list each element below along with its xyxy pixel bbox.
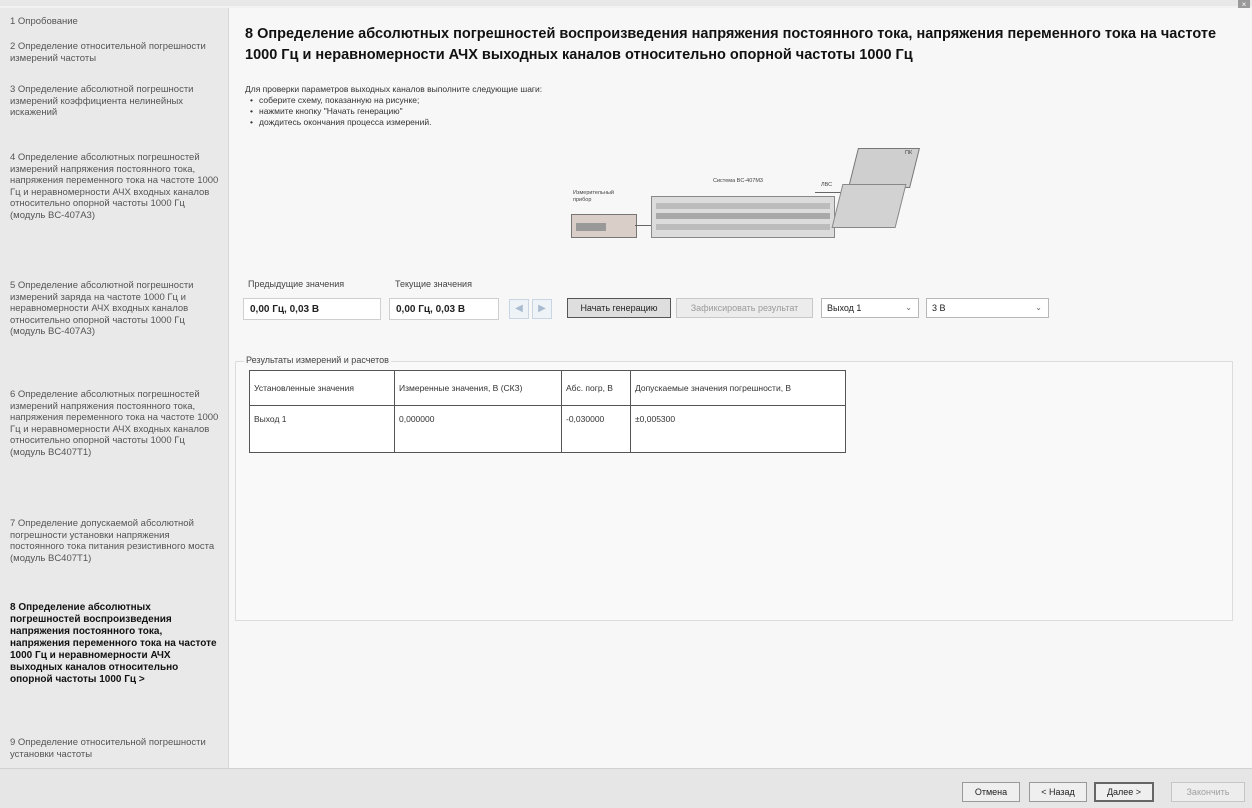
column-header: Установленные значения — [249, 370, 395, 406]
column-header: Абс. погр, В — [561, 370, 631, 406]
cable-line — [635, 225, 651, 226]
instructions-intro: Для проверки параметров выходных каналов… — [245, 84, 543, 94]
chevron-down-icon: ⌄ — [1035, 303, 1042, 312]
arrow-right-icon: ▶ — [538, 303, 546, 314]
sidebar-item-step-1[interactable]: 1 Опробование — [10, 16, 222, 28]
column-header: Допускаемые значения погрешности, В — [630, 370, 846, 406]
arrow-left-icon: ◀ — [515, 303, 523, 314]
sidebar-item-step-9[interactable]: 9 Определение относительной погрешности … — [10, 737, 222, 760]
next-arrow-button[interactable]: ▶ — [532, 299, 552, 319]
current-values-field: 0,00 Гц, 0,03 В — [389, 298, 499, 320]
meter-label: Измерительный прибор — [573, 190, 614, 203]
sidebar-item-step-4[interactable]: 4 Определение абсолютных погрешностей из… — [10, 152, 222, 221]
connection-diagram: Измерительный прибор Система BC-407M3 ЛВ… — [553, 148, 931, 268]
sidebar-item-step-5[interactable]: 5 Определение абсолютной погрешности изм… — [10, 280, 222, 338]
pc-label: ПК — [905, 150, 913, 156]
record-result-button[interactable]: Зафиксировать результат — [676, 298, 813, 318]
steps-sidebar: 1 Опробование 2 Определение относительно… — [0, 8, 229, 768]
output-select-value: Выход 1 — [827, 303, 862, 313]
table-cell: -0,030000 — [561, 405, 631, 453]
instructions: Для проверки параметров выходных каналов… — [245, 84, 845, 128]
results-group: Результаты измерений и расчетов Установл… — [235, 355, 1233, 621]
current-values-label: Текущие значения — [395, 279, 472, 289]
sidebar-item-step-8[interactable]: 8 Определение абсолютных погрешностей во… — [10, 602, 222, 686]
finish-button[interactable]: Закончить — [1171, 782, 1245, 802]
main-panel: 8 Определение абсолютных погрешностей во… — [229, 8, 1252, 768]
table-cell: ±0,005300 — [630, 405, 846, 453]
sidebar-item-step-6[interactable]: 6 Определение абсолютных погрешностей из… — [10, 389, 222, 458]
previous-values-label: Предыдущие значения — [248, 279, 345, 289]
voltage-select-value: 3 В — [932, 303, 946, 313]
start-generation-button[interactable]: Начать генерацию — [567, 298, 671, 318]
next-button[interactable]: Далее > — [1094, 782, 1154, 802]
window-title-bar — [0, 0, 1252, 6]
measuring-instrument-image — [571, 214, 637, 238]
back-button[interactable]: < Назад — [1029, 782, 1087, 802]
cancel-button[interactable]: Отмена — [962, 782, 1020, 802]
chevron-down-icon: ⌄ — [905, 303, 912, 312]
instruction-step: нажмите кнопку "Начать генерацию" — [250, 106, 845, 117]
instruction-step: дождитесь окончания процесса измерений. — [250, 117, 845, 128]
results-table: Установленные значения Измеренные значен… — [249, 370, 846, 453]
voltage-select[interactable]: 3 В ⌄ — [926, 298, 1049, 318]
page-title: 8 Определение абсолютных погрешностей во… — [245, 26, 1217, 63]
table-header-row: Установленные значения Измеренные значен… — [249, 370, 846, 406]
instructions-list: соберите схему, показанную на рисунке; н… — [245, 95, 845, 128]
table-row[interactable]: Выход 1 0,000000 -0,030000 ±0,005300 — [249, 405, 846, 453]
sidebar-item-step-7[interactable]: 7 Определение допускаемой абсолютной пог… — [10, 518, 222, 564]
laptop-keyboard-image — [831, 184, 907, 228]
system-label: Система BC-407M3 — [713, 178, 763, 184]
sidebar-item-step-2[interactable]: 2 Определение относительной погрешности … — [10, 41, 222, 64]
column-header: Измеренные значения, В (СКЗ) — [394, 370, 562, 406]
system-rack-image — [651, 196, 835, 238]
prev-arrow-button[interactable]: ◀ — [509, 299, 529, 319]
sidebar-item-step-3[interactable]: 3 Определение абсолютной погрешности изм… — [10, 84, 222, 119]
table-cell: 0,000000 — [394, 405, 562, 453]
wizard-footer: Отмена < Назад Далее > Закончить — [0, 768, 1252, 808]
results-group-title: Результаты измерений и расчетов — [244, 355, 391, 365]
output-select[interactable]: Выход 1 ⌄ — [821, 298, 919, 318]
previous-values-field: 0,00 Гц, 0,03 В — [243, 298, 381, 320]
instruction-step: соберите схему, показанную на рисунке; — [250, 95, 845, 106]
lan-label: ЛВС — [821, 182, 833, 188]
table-cell: Выход 1 — [249, 405, 395, 453]
